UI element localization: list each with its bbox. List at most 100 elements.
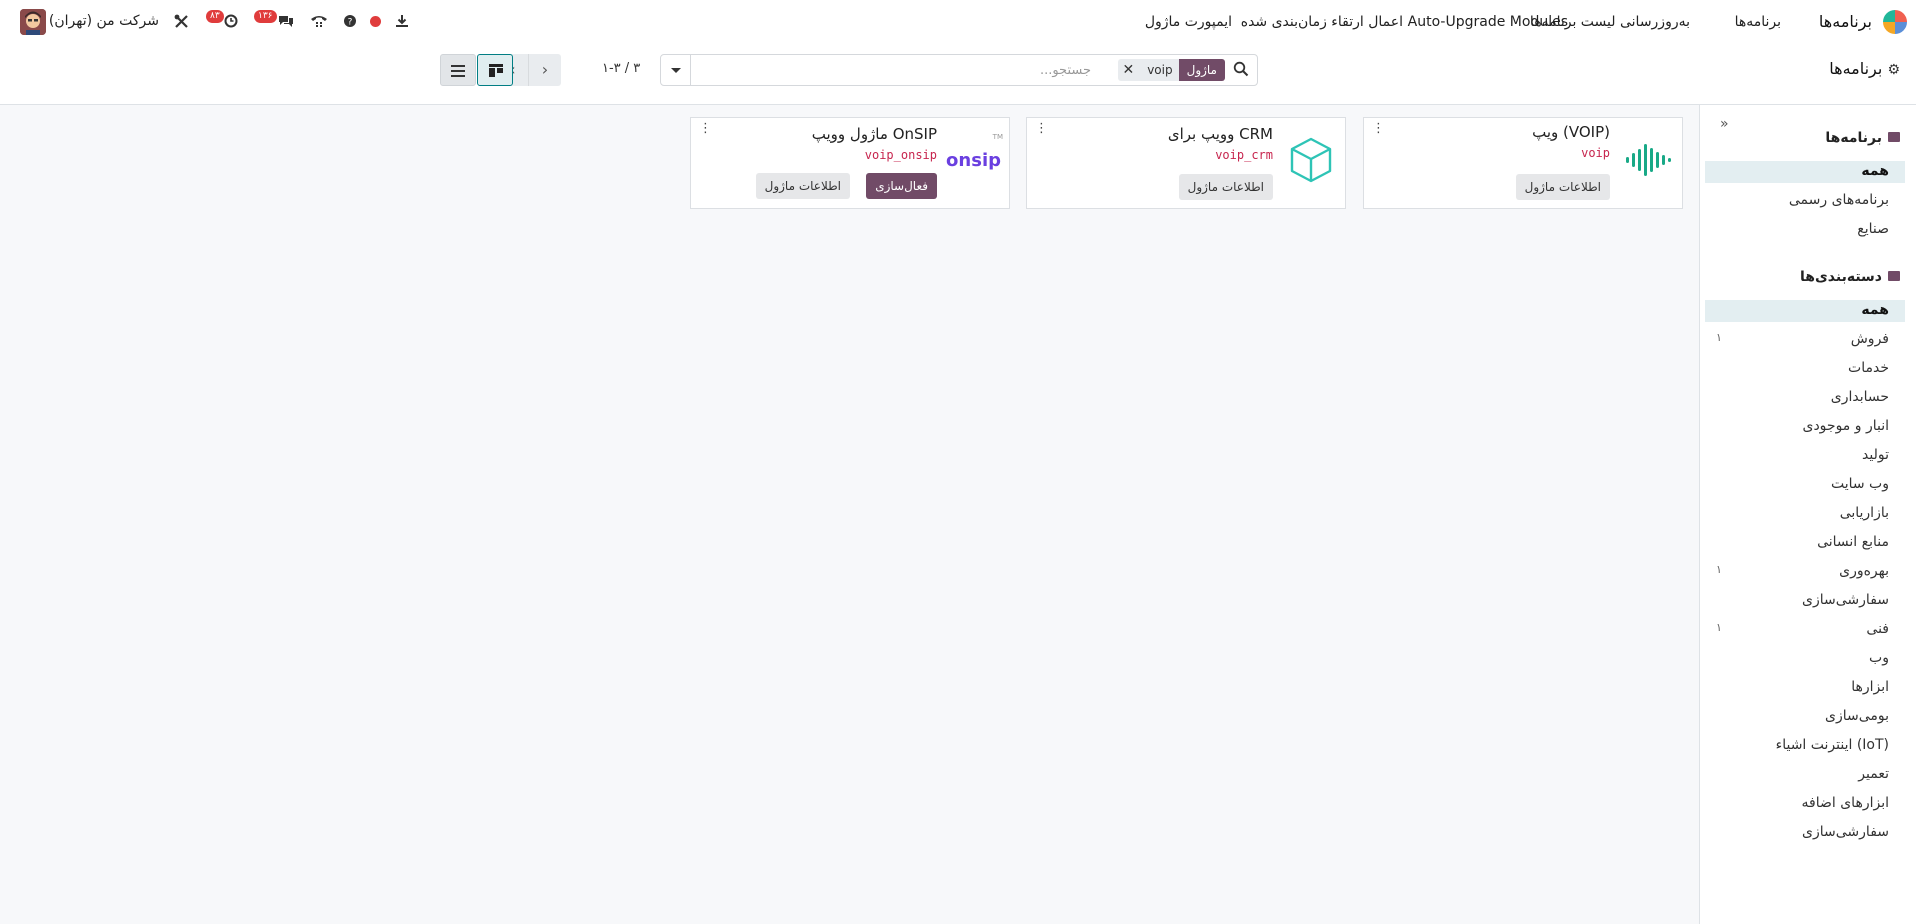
search-input[interactable] [691,55,1091,85]
record-icon[interactable] [370,16,381,27]
sidebar-category-productivity[interactable]: بهره‌وری ۱ [1705,561,1905,583]
list-view-button[interactable] [440,54,476,86]
top-navbar: برنامه‌ها برنامه‌ها به‌روزرسانی لیست برن… [0,0,1916,44]
module-info-button[interactable]: اطلاعات ماژول [755,173,850,199]
card-menu-icon[interactable]: ⋮ [1035,122,1048,135]
sidebar-category-marketing[interactable]: بازاریابی [1705,503,1905,525]
debug-tools-icon[interactable] [174,14,189,29]
onsip-logo: onsip [946,150,1001,171]
page-title: برنامه‌ها ⚙ [1829,59,1900,78]
sidebar-item-label: انبار و موجودی [1802,418,1889,434]
cube-icon [1290,137,1332,183]
menu-apply-scheduled-upgrades[interactable]: اعمال ارتقاء زمان‌بندی شده [1241,14,1403,30]
sidebar-category-human-resources[interactable]: منابع انسانی [1705,532,1905,554]
sidebar-item-label: همه [1861,302,1889,318]
module-technical-name: voip_onsip [864,148,937,162]
facet-remove-icon[interactable]: ✕ [1118,59,1142,81]
messages-badge: ۱۳۶ [254,10,277,23]
sidebar-item-all-apps[interactable]: همه [1705,161,1905,183]
sidebar-category-web[interactable]: وب [1705,648,1905,670]
folder-icon [1888,271,1900,281]
sidebar-category-localization[interactable]: بومی‌سازی [1705,706,1905,728]
card-menu-icon[interactable]: ⋮ [699,122,712,135]
module-info-button[interactable]: اطلاعات ماژول [1515,174,1610,200]
module-title: وویپ برای CRM [1167,125,1273,143]
sidebar-category-iot[interactable]: اینترنت اشیاء (IoT) [1705,735,1905,757]
category-count: ۱ [1716,331,1722,344]
sidebar-category-accounting[interactable]: حسابداری [1705,387,1905,409]
sidebar-category-services[interactable]: خدمات [1705,358,1905,380]
module-card-voip-crm[interactable]: وویپ برای CRM voip_crm ⋮ اطلاعات ماژول [1026,117,1346,209]
sidebar-item-label: فروش [1850,331,1889,347]
sidebar-category-customizations[interactable]: سفارشی‌سازی [1705,590,1905,612]
user-avatar-icon [20,9,46,35]
kanban-area [0,105,1699,924]
sidebar-item-label: صنایع [1857,221,1889,237]
sidebar-item-label: وب [1869,650,1889,666]
sidebar-item-label: خدمات [1848,360,1889,376]
sidebar-category-inventory[interactable]: انبار و موجودی [1705,416,1905,438]
help-icon[interactable]: ? [344,15,356,27]
phone-icon[interactable] [310,14,328,28]
pager-value[interactable]: ۱-۳ / ۳ [602,61,640,76]
sidebar-item-official-apps[interactable]: برنامه‌های رسمی [1705,190,1905,212]
sidebar-item-label: بومی‌سازی [1824,708,1889,724]
menu-apps[interactable]: برنامه‌ها [1735,14,1781,30]
sidebar-item-label: بازاریابی [1839,505,1889,521]
sidebar-item-label: ابزارهای اضافه [1801,795,1889,811]
sidebar-item-industries[interactable]: صنایع [1705,219,1905,241]
module-info-button[interactable]: اطلاعات ماژول [1178,174,1273,200]
activities-badge: ۸۳ [206,10,224,23]
messages-icon[interactable] [278,14,294,28]
gear-icon[interactable]: ⚙ [1887,62,1900,78]
sidebar-category-repair[interactable]: تعمیر [1705,764,1905,786]
sidebar-item-label: حسابداری [1830,389,1889,405]
categories-section-heading: دسته‌بندی‌ها [1800,269,1900,285]
module-card-voip-onsip[interactable]: TM onsip ماژول وویپ OnSIP voip_onsip ⋮ ف… [690,117,1010,209]
sidebar-item-label: اینترنت اشیاء (IoT) [1775,737,1889,753]
sidebar-category-extra-tools[interactable]: ابزارهای اضافه [1705,793,1905,815]
list-view-icon [451,65,465,77]
module-title: ویپ (VOIP) [1532,123,1610,141]
sidebar-item-label: منابع انسانی [1817,534,1889,550]
sidebar-category-technical[interactable]: فنی ۱ [1705,619,1905,641]
folder-icon [1888,132,1900,142]
module-technical-name: voip [1581,146,1610,160]
navbar-brand[interactable]: برنامه‌ها [1819,12,1872,31]
menu-auto-upgrade-modules[interactable]: Auto-Upgrade Modules [1408,14,1568,30]
trademark-mark: TM [992,133,1003,141]
sidebar-item-label: وب سایت [1830,476,1889,492]
category-count: ۱ [1716,563,1722,576]
activate-button[interactable]: فعال‌سازی [866,173,937,199]
sidebar-item-label: فنی [1866,621,1889,637]
search-icon[interactable] [1233,61,1249,77]
menu-import-module[interactable]: ایمپورت ماژول [1145,14,1232,30]
company-switcher[interactable]: شرکت من (تهران) [49,13,159,29]
facet-label: ماژول [1178,59,1225,81]
page-title-text: برنامه‌ها [1829,59,1883,78]
apps-section-heading: برنامه‌ها [1825,130,1900,146]
sidebar-category-website[interactable]: وب سایت [1705,474,1905,496]
pager-next-button[interactable]: › [529,54,561,86]
user-avatar[interactable] [20,9,46,35]
sidebar-item-label: بهره‌وری [1839,563,1889,579]
sidebar-item-label: برنامه‌های رسمی [1788,192,1889,208]
voip-waveform-icon [1626,144,1671,176]
categories-heading-text: دسته‌بندی‌ها [1799,269,1882,285]
sidebar-category-tools[interactable]: ابزارها [1705,677,1905,699]
sidebar-category-sales[interactable]: فروش ۱ [1705,329,1905,351]
collapse-sidebar-icon[interactable]: » [1720,116,1729,132]
activity-clock-icon[interactable] [224,14,238,28]
module-card-voip[interactable]: ویپ (VOIP) voip ⋮ اطلاعات ماژول [1363,117,1683,209]
app-logo-icon[interactable] [1882,9,1908,35]
download-icon[interactable] [395,14,409,28]
module-technical-name: voip_crm [1215,148,1273,162]
card-menu-icon[interactable]: ⋮ [1372,122,1385,135]
sidebar-category-manufacturing[interactable]: تولید [1705,445,1905,467]
sidebar-item-label: تولید [1862,447,1889,463]
search-options-toggle[interactable] [661,55,691,85]
sidebar-category-customization[interactable]: سفارشی‌سازی [1705,822,1905,844]
sidebar-item-label: همه [1861,163,1889,179]
kanban-view-button[interactable] [477,54,513,86]
sidebar-category-all[interactable]: همه [1705,300,1905,322]
